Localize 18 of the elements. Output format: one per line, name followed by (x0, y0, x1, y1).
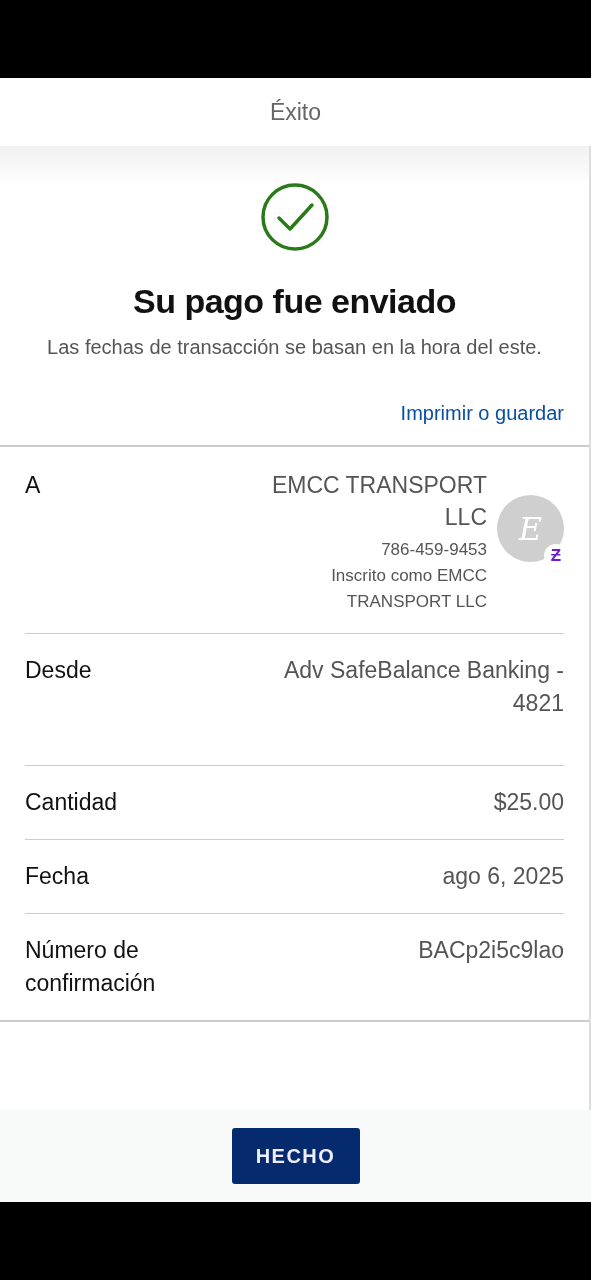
confirmation-heading: Su pago fue enviado (133, 282, 456, 321)
detail-label: Cantidad (25, 788, 118, 817)
detail-value: ago 6, 2025 (442, 862, 564, 891)
timezone-note: Las fechas de transacción se basan en la hora del este. (47, 335, 542, 360)
detail-label: Desde (25, 656, 92, 685)
print-link[interactable]: Imprimir o guardar (400, 402, 564, 425)
done-button[interactable]: HECHO (231, 1128, 360, 1184)
detail-value: Adv SafeBalance Banking - 4821 (283, 656, 564, 718)
screen-title: Éxito (269, 98, 322, 126)
success-check-icon (259, 182, 330, 252)
enrolled-name: Inscrito como EMCC TRANSPORT LLC (330, 565, 487, 613)
detail-label: Número de confirmación (25, 936, 157, 998)
recipient-name: EMCC TRANSPORT LLC (270, 471, 487, 532)
detail-label: Fecha (25, 862, 89, 891)
detail-value: BACp2i5c9lao (418, 936, 564, 965)
detail-label: A (25, 471, 41, 500)
recipient-phone: 786-459-9453 (381, 539, 487, 561)
detail-value: $25.00 (493, 788, 564, 817)
